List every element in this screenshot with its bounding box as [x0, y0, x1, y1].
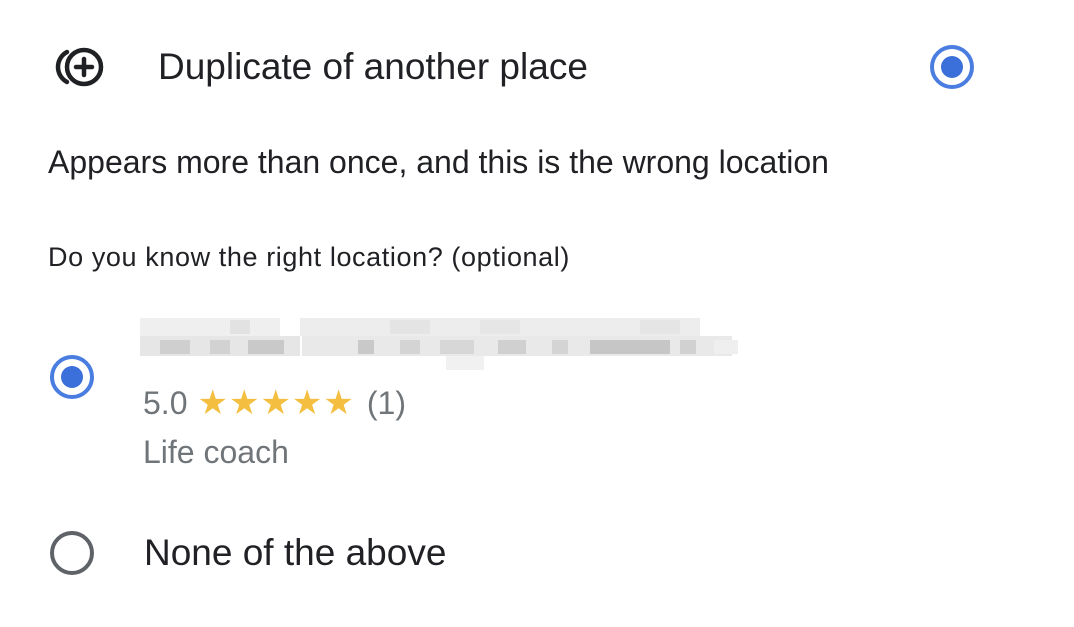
- none-option-radio[interactable]: [50, 531, 94, 575]
- duplicate-description: Appears more than once, and this is the …: [48, 144, 829, 180]
- duplicate-option-title: Duplicate of another place: [158, 46, 588, 87]
- place-option-radio[interactable]: [50, 355, 94, 399]
- duplicate-option-radio[interactable]: [930, 45, 974, 89]
- place-name-redacted[interactable]: [140, 318, 740, 373]
- right-location-question: Do you know the right location? (optiona…: [48, 242, 570, 272]
- add-location-icon: [47, 44, 109, 90]
- star-rating-icon: ★★★★★: [197, 383, 355, 423]
- review-count: (1): [366, 385, 406, 421]
- place-rating: 5.0 ★★★★★ (1): [143, 383, 406, 423]
- none-option-label[interactable]: None of the above: [144, 531, 446, 575]
- rating-value: 5.0: [143, 385, 188, 421]
- place-category: Life coach: [143, 434, 289, 470]
